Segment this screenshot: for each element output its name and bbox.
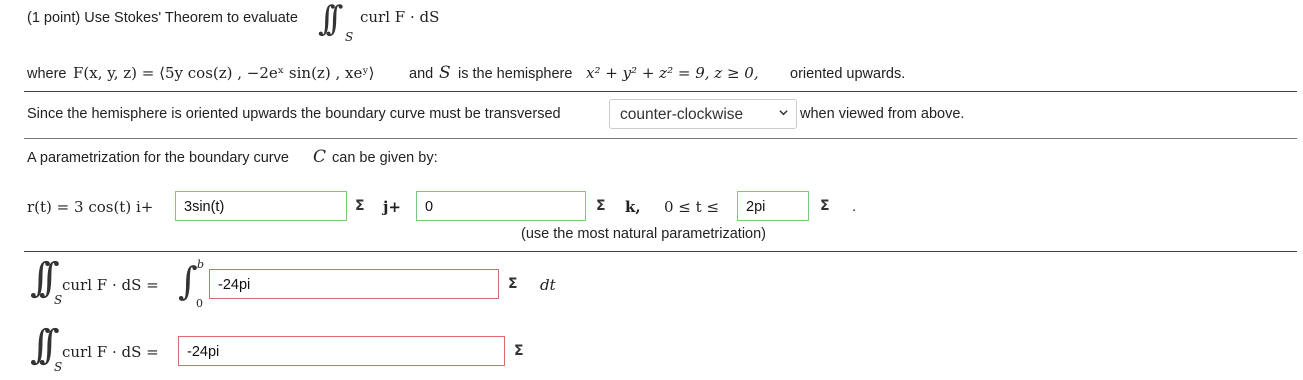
k-coefficient-input[interactable]: 0 [416,191,586,221]
double-integral-sign: ∫∫ [30,255,59,301]
oriented-label: oriented upwards. [790,66,906,82]
integrand-expression: curl F · dS [360,8,440,26]
lower-limit: 0 [196,297,203,310]
sigma-icon[interactable]: Σ [596,198,606,214]
integral2-lhs: curl F · dS = [62,343,159,361]
vector-field-expression: F(x, y, z) = ⟨5y cos(z) , −2eˣ sin(z) , … [73,64,375,82]
sigma-icon[interactable]: Σ [514,343,524,359]
divider [24,138,1297,139]
final-answer-input[interactable]: -24pi [178,336,505,366]
upper-limit: b [197,258,205,271]
divider [24,251,1297,252]
sigma-icon[interactable]: Σ [820,198,830,214]
integral-region-label: S [345,30,354,44]
divider [24,91,1297,92]
param-intro-end: can be given by: [332,150,438,166]
integral1-lhs: curl F · dS = [62,276,159,294]
r-of-t-lhs: r(t) = 3 cos(t) i+ [27,198,154,216]
upper-bound-input[interactable]: 2pi [737,191,809,221]
and-label: and [409,66,434,82]
hemisphere-label: is the hemisphere [458,66,573,82]
double-integral-sign: ∫∫ [30,322,59,368]
integrand-input[interactable]: -24pi [209,269,499,299]
integral-region-label: S [54,360,63,374]
double-integral-sign: ∫∫ [318,0,344,39]
j-unit-label: j+ [383,198,401,216]
chevron-down-icon [779,110,788,116]
orientation-sentence: Since the hemisphere is oriented upwards… [27,106,561,122]
surface-equation: x² + y² + z² = 9, z ≥ 0, [586,64,759,82]
period: . [852,199,857,215]
problem-intro: (1 point) Use Stokes' Theorem to evaluat… [27,10,298,26]
param-intro: A parametrization for the boundary curve [27,150,289,166]
sigma-icon[interactable]: Σ [508,276,518,292]
i-component-input[interactable]: 3sin(t) [175,191,347,221]
where-label: where [27,66,67,82]
dt-label: dt [540,276,556,294]
integral-sign: ∫ [178,259,198,303]
surface-variable: S [439,63,451,83]
orientation-select-value: counter-clockwise [620,106,744,123]
orientation-select[interactable]: counter-clockwise [609,99,797,129]
param-note: (use the most natural parametrization) [521,226,766,242]
integral-region-label: S [54,293,63,307]
k-unit-label: k, [625,198,641,216]
curve-variable: C [313,147,327,167]
sigma-icon[interactable]: Σ [355,198,365,214]
t-bounds-label: 0 ≤ t ≤ [664,198,720,216]
orientation-suffix: when viewed from above. [800,106,965,122]
